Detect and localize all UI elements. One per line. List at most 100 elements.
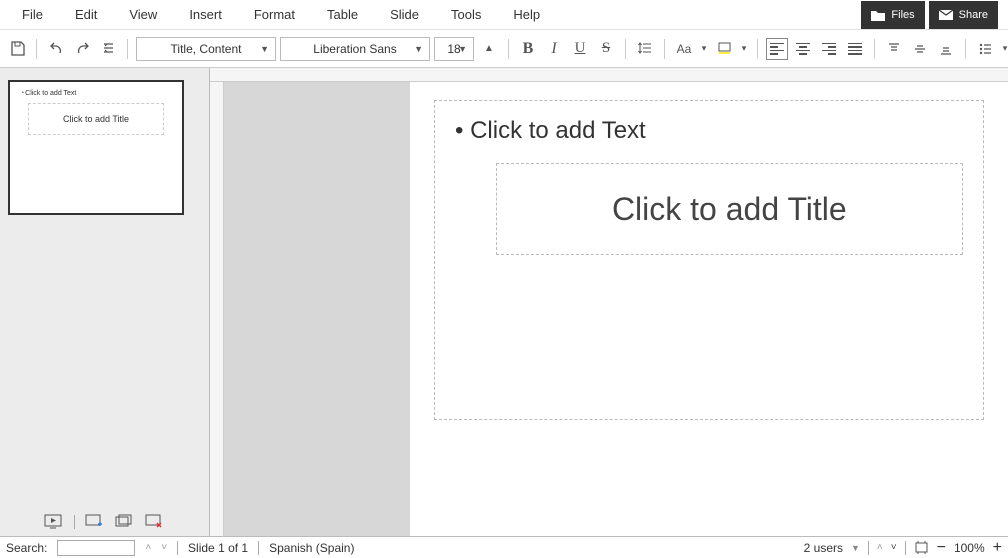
content-placeholder[interactable]: Click to add Text Click to add Title (434, 100, 984, 420)
share-button-label: Share (959, 9, 988, 21)
font-select[interactable]: Liberation Sans ▼ (280, 37, 430, 61)
separator (905, 541, 906, 555)
files-button-label: Files (891, 9, 914, 21)
separator (757, 39, 758, 59)
slide-info: Slide 1 of 1 (188, 541, 248, 555)
highlight-dropdown[interactable]: ▾ (739, 38, 749, 60)
align-right-button[interactable] (818, 38, 840, 60)
menu-help[interactable]: Help (499, 1, 558, 28)
mail-icon (939, 9, 953, 21)
layout-select-value: Title, Content (171, 42, 242, 56)
editing-area: Click to add Text Click to add Title (210, 68, 1008, 536)
align-left-button[interactable] (766, 38, 788, 60)
duplicate-slide-button[interactable] (115, 514, 135, 530)
slide-thumbnail-1[interactable]: Click to add Text Click to add Title (8, 80, 184, 215)
share-button[interactable]: Share (929, 1, 998, 29)
outline-button[interactable] (97, 38, 119, 60)
search-input[interactable] (57, 540, 135, 556)
zoom-out-button[interactable]: − (937, 539, 946, 557)
menu-table[interactable]: Table (313, 1, 376, 28)
separator (177, 541, 178, 555)
menu-slide[interactable]: Slide (376, 1, 437, 28)
title-placeholder[interactable]: Click to add Title (496, 163, 963, 255)
layout-select[interactable]: Title, Content ▼ (136, 37, 276, 61)
valign-top-icon (887, 42, 901, 56)
dup-slide-icon (115, 514, 133, 530)
toolbar: Title, Content ▼ Liberation Sans ▼ 18 ▼ … (0, 30, 1008, 68)
menubar: File Edit View Insert Format Table Slide… (0, 0, 1008, 30)
valign-top-button[interactable] (883, 38, 905, 60)
italic-button[interactable]: I (543, 38, 565, 60)
new-slide-icon (85, 514, 103, 530)
bullet-dropdown[interactable]: ▾ (1000, 38, 1008, 60)
separator (74, 515, 75, 529)
search-label: Search: (6, 541, 47, 555)
thumbnail-title-text: Click to add Title (28, 103, 165, 135)
strikethrough-button[interactable]: S (595, 38, 617, 60)
bullets-icon (978, 41, 993, 56)
valign-middle-icon (913, 42, 927, 56)
menu-insert[interactable]: Insert (175, 1, 240, 28)
files-button[interactable]: Files (861, 1, 924, 29)
panel-footer (0, 510, 209, 534)
menu-tools[interactable]: Tools (437, 1, 499, 28)
separator (258, 541, 259, 555)
redo-button[interactable] (71, 38, 93, 60)
char-spacing-button[interactable]: Aa (673, 38, 695, 60)
separator (625, 39, 626, 59)
line-spacing-button[interactable] (634, 38, 656, 60)
status-right: 2 users ▼ ˄ ˅ − 100% + (804, 539, 1002, 557)
highlight-button[interactable] (713, 38, 735, 60)
menu-file[interactable]: File (8, 1, 61, 28)
char-spacing-dropdown[interactable]: ▾ (699, 38, 709, 60)
separator (664, 39, 665, 59)
language-label[interactable]: Spanish (Spain) (269, 541, 354, 555)
prev-slide[interactable]: ˄ (877, 542, 883, 553)
search-prev[interactable]: ˄ (145, 542, 151, 553)
save-button[interactable] (6, 38, 28, 60)
bullet-list-button[interactable] (974, 38, 996, 60)
slide-margin (210, 82, 410, 536)
outline-icon (101, 41, 116, 56)
font-size-inc[interactable]: ▲ (478, 38, 500, 60)
menu-view[interactable]: View (115, 1, 175, 28)
valign-middle-button[interactable] (909, 38, 931, 60)
chevron-down-icon: ▼ (414, 44, 423, 54)
fit-icon (914, 540, 929, 555)
workspace: Click to add Text Click to add Title (0, 68, 1008, 536)
font-select-value: Liberation Sans (313, 42, 396, 56)
folder-icon (871, 9, 885, 21)
slide-canvas[interactable]: Click to add Text Click to add Title (410, 82, 1008, 536)
zoom-value: 100% (954, 541, 985, 555)
align-center-button[interactable] (792, 38, 814, 60)
separator (874, 39, 875, 59)
menu-format[interactable]: Format (240, 1, 313, 28)
start-presentation-button[interactable] (44, 514, 64, 530)
separator (127, 39, 128, 59)
undo-icon (49, 41, 64, 56)
bullet-placeholder-text: Click to add Text (455, 117, 963, 145)
ruler-horizontal[interactable] (210, 68, 1008, 82)
separator (868, 541, 869, 555)
play-slide-icon (44, 514, 62, 530)
zoom-in-button[interactable]: + (993, 539, 1002, 557)
align-justify-button[interactable] (844, 38, 866, 60)
ruler-vertical[interactable] (210, 82, 224, 536)
font-size-select[interactable]: 18 ▼ (434, 37, 474, 61)
users-label[interactable]: 2 users (804, 541, 843, 555)
search-next[interactable]: ˅ (161, 542, 167, 553)
underline-button[interactable]: U (569, 38, 591, 60)
redo-icon (75, 41, 90, 56)
separator (508, 39, 509, 59)
menu-edit[interactable]: Edit (61, 1, 115, 28)
fit-slide-button[interactable] (914, 540, 929, 555)
bold-button[interactable]: B (517, 38, 539, 60)
chevron-down-icon: ▼ (260, 44, 269, 54)
delete-slide-button[interactable] (145, 514, 165, 530)
next-slide[interactable]: ˅ (891, 542, 897, 553)
valign-bottom-button[interactable] (935, 38, 957, 60)
thumbnail-bullet-text: Click to add Text (22, 90, 172, 97)
linespacing-icon (638, 41, 653, 56)
new-slide-button[interactable] (85, 514, 105, 530)
undo-button[interactable] (45, 38, 67, 60)
